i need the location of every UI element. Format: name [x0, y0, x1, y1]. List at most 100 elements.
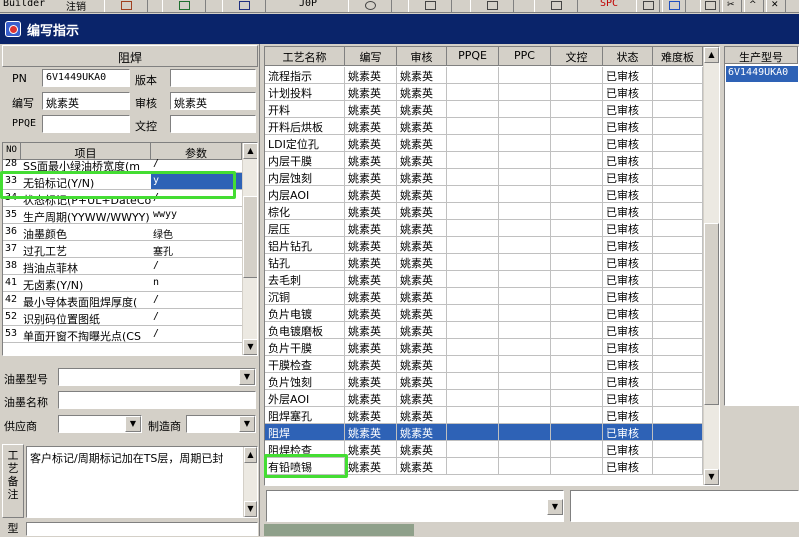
process-cell[interactable]: 已审核 [603, 254, 653, 271]
process-cell[interactable]: 铝片钻孔 [265, 237, 345, 254]
process-cell[interactable]: 姚素英 [345, 169, 397, 186]
process-cell[interactable] [653, 169, 703, 186]
process-cell[interactable]: 内层干膜 [265, 152, 345, 169]
process-cell[interactable]: 流程指示 [265, 67, 345, 84]
param-item[interactable]: 过孔工艺 [21, 241, 151, 258]
process-cell[interactable] [499, 118, 551, 135]
param-value[interactable]: / [151, 258, 242, 275]
author-field[interactable]: 姚素英 [42, 92, 130, 110]
process-cell[interactable]: 姚素英 [345, 135, 397, 152]
process-cell[interactable]: 已审核 [603, 458, 653, 475]
scroll-thumb[interactable] [243, 196, 257, 278]
process-cell[interactable]: 姚素英 [345, 84, 397, 101]
process-cell[interactable]: 姚素英 [397, 135, 447, 152]
process-cell[interactable]: 姚素英 [397, 220, 447, 237]
process-cell[interactable] [499, 169, 551, 186]
process-cell[interactable] [653, 356, 703, 373]
process-cell[interactable] [653, 220, 703, 237]
process-cell[interactable] [551, 305, 603, 322]
version-field[interactable] [170, 69, 256, 87]
process-cell[interactable] [447, 101, 499, 118]
toolbar-button-12[interactable]: ^ [744, 0, 764, 12]
process-header-6[interactable]: 状态 [603, 47, 653, 66]
process-cell[interactable] [551, 271, 603, 288]
doc-control-field[interactable] [170, 115, 256, 133]
process-cell[interactable]: 已审核 [603, 84, 653, 101]
param-no[interactable]: 42 [3, 292, 21, 309]
model-field[interactable] [26, 522, 258, 536]
process-cell[interactable]: 已审核 [603, 407, 653, 424]
process-cell[interactable]: 已审核 [603, 67, 653, 84]
process-cell[interactable]: 姚素英 [397, 373, 447, 390]
process-cell[interactable] [653, 322, 703, 339]
process-cell[interactable] [499, 441, 551, 458]
process-cell[interactable] [551, 254, 603, 271]
process-cell[interactable]: 姚素英 [345, 288, 397, 305]
process-cell[interactable] [499, 203, 551, 220]
process-header-7[interactable]: 难度板 [653, 47, 703, 66]
param-no[interactable]: 38 [3, 258, 21, 275]
process-cell[interactable] [551, 373, 603, 390]
chevron-down-icon[interactable]: ▼ [547, 499, 563, 515]
review-field[interactable]: 姚素英 [170, 92, 256, 110]
process-cell[interactable] [551, 152, 603, 169]
process-cell[interactable]: 沉铜 [265, 288, 345, 305]
process-cell[interactable] [447, 67, 499, 84]
process-cell[interactable] [551, 407, 603, 424]
process-cell[interactable]: 姚素英 [397, 152, 447, 169]
process-cell[interactable] [653, 203, 703, 220]
process-cell[interactable] [499, 322, 551, 339]
process-cell[interactable] [499, 288, 551, 305]
process-cell[interactable]: 负片干膜 [265, 339, 345, 356]
process-cell[interactable]: 姚素英 [397, 254, 447, 271]
process-cell[interactable]: 已审核 [603, 373, 653, 390]
process-cell[interactable] [551, 186, 603, 203]
process-cell[interactable]: 姚素英 [397, 237, 447, 254]
toolbar-button-11[interactable]: ✂ [722, 0, 742, 12]
process-cell[interactable] [447, 458, 499, 475]
process-cell[interactable] [551, 135, 603, 152]
process-cell[interactable] [447, 254, 499, 271]
process-cell[interactable] [447, 390, 499, 407]
process-cell[interactable]: 已审核 [603, 271, 653, 288]
process-cell[interactable]: 姚素英 [345, 203, 397, 220]
process-cell[interactable]: 内层蚀刻 [265, 169, 345, 186]
process-cell[interactable] [499, 305, 551, 322]
scroll-down-icon[interactable]: ▼ [244, 501, 257, 517]
param-item[interactable]: 生产周期(YYWW/WWYY) [21, 207, 151, 224]
process-combo[interactable]: ▼ [266, 490, 564, 522]
process-cell[interactable]: 已审核 [603, 441, 653, 458]
chevron-down-icon[interactable]: ▼ [239, 416, 255, 432]
process-cell[interactable] [653, 390, 703, 407]
process-cell[interactable]: 姚素英 [345, 186, 397, 203]
process-cell[interactable] [499, 237, 551, 254]
process-cell[interactable] [447, 220, 499, 237]
param-no[interactable]: 52 [3, 309, 21, 326]
process-cell[interactable] [447, 271, 499, 288]
process-cell[interactable]: 姚素英 [345, 424, 397, 441]
toolbar-button-4[interactable] [348, 0, 392, 12]
process-cell[interactable]: 姚素英 [345, 220, 397, 237]
process-cell[interactable]: 棕化 [265, 203, 345, 220]
process-cell[interactable] [551, 118, 603, 135]
process-cell[interactable]: 姚素英 [345, 67, 397, 84]
process-cell[interactable]: 已审核 [603, 169, 653, 186]
process-cell[interactable] [499, 458, 551, 475]
toolbar-button-6[interactable] [470, 0, 514, 12]
process-cell[interactable]: 姚素英 [397, 339, 447, 356]
scroll-up-icon[interactable]: ▲ [244, 447, 257, 463]
process-cell[interactable]: 姚素英 [397, 101, 447, 118]
process-cell[interactable]: LDI定位孔 [265, 135, 345, 152]
process-cell[interactable] [653, 458, 703, 475]
process-cell[interactable]: 姚素英 [397, 84, 447, 101]
process-cell[interactable]: 姚素英 [345, 118, 397, 135]
process-cell[interactable]: 姚素英 [345, 339, 397, 356]
process-cell[interactable] [551, 101, 603, 118]
process-cell[interactable] [653, 424, 703, 441]
process-cell[interactable] [653, 305, 703, 322]
process-cell[interactable]: 姚素英 [345, 322, 397, 339]
process-cell[interactable]: 计划投料 [265, 84, 345, 101]
toolbar-button-7[interactable] [534, 0, 578, 12]
process-cell[interactable] [447, 135, 499, 152]
process-cell[interactable]: 已审核 [603, 356, 653, 373]
